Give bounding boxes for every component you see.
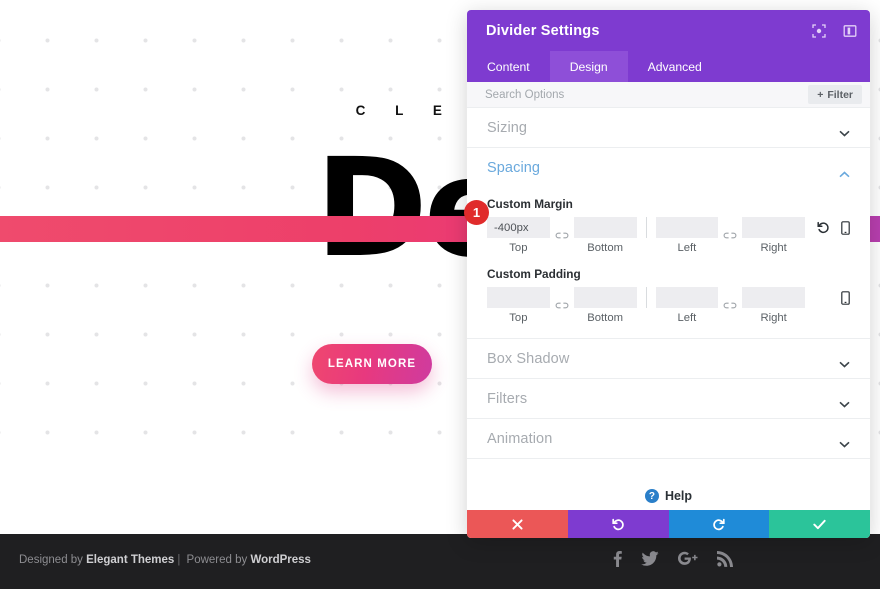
margin-group-divider [645,217,647,238]
padding-left-sublabel: Left [677,312,697,324]
margin-row-actions [817,217,850,238]
help-area: ? Help [467,459,870,510]
panel-title: Divider Settings [486,22,600,39]
screen: C L E A N & W H Desig LEARN MORE Designe… [0,0,880,589]
margin-left-sublabel: Left [677,242,697,254]
search-bar: + Filter [467,82,870,108]
padding-bottom-sublabel: Bottom [587,312,624,324]
divider-settings-panel: Divider Settings Content Design Advanced… [467,10,870,538]
footer-credit-middle: Powered by [183,554,251,566]
margin-bottom-field-wrap: Bottom [573,217,637,254]
link-margin-horizontal-icon[interactable] [718,225,742,246]
section-sizing-label: Sizing [487,119,528,136]
annotation-badge-1: 1 [464,200,489,225]
footer-social-list [613,550,733,567]
panel-header-icons [811,10,857,51]
section-animation[interactable]: Animation [467,419,870,459]
chevron-down-icon [839,355,850,368]
filter-button[interactable]: + Filter [808,85,862,104]
panel-action-bar [467,510,870,538]
link-margin-vertical-icon[interactable] [550,225,574,246]
margin-vertical-pair: Top Bottom [487,217,637,254]
twitter-icon[interactable] [641,551,659,566]
margin-right-field-wrap: Right [742,217,805,254]
padding-bottom-input[interactable] [573,287,637,308]
margin-bottom-sublabel: Bottom [587,242,624,254]
site-footer: Designed by Elegant Themes | Powered by W… [0,534,880,589]
tab-content[interactable]: Content [467,51,550,82]
chevron-down-icon [839,124,850,137]
margin-right-sublabel: Right [760,242,787,254]
custom-margin-row: Top Bottom [487,217,850,254]
section-sizing[interactable]: Sizing [467,108,870,148]
section-spacing-label: Spacing [487,160,541,176]
cancel-button[interactable] [467,510,568,538]
chevron-down-icon [839,435,850,448]
redo-button[interactable] [668,510,770,538]
padding-top-sublabel: Top [509,312,528,324]
spacing-section-body: Custom Margin Top [467,197,870,339]
padding-vertical-pair: Top Bottom [487,287,637,324]
link-padding-vertical-icon[interactable] [550,295,574,316]
section-spacing[interactable]: Spacing [467,148,870,188]
custom-padding-row: Top Bottom Left Right [487,287,850,324]
section-filters-label: Filters [487,390,528,407]
footer-credit: Designed by Elegant Themes | Powered by W… [19,554,311,566]
google-plus-icon[interactable] [678,551,698,566]
panel-header: Divider Settings [467,10,870,51]
chevron-up-icon [839,165,850,177]
padding-right-input[interactable] [742,287,805,308]
custom-padding-label: Custom Padding [487,267,581,281]
margin-left-input[interactable] [655,217,719,238]
footer-separator: | [177,554,181,566]
filter-button-label: Filter [827,88,853,101]
margin-responsive-icon[interactable] [841,220,850,235]
margin-left-field-wrap: Left [655,217,719,254]
padding-left-input[interactable] [655,287,719,308]
padding-right-sublabel: Right [760,312,787,324]
margin-top-field-wrap: Top [487,217,550,254]
padding-top-field-wrap: Top [487,287,550,324]
margin-reset-icon[interactable] [817,221,830,234]
footer-platform-link[interactable]: WordPress [250,554,311,566]
section-box-shadow-label: Box Shadow [487,350,570,367]
chevron-down-icon [839,395,850,408]
rss-icon[interactable] [717,550,733,567]
footer-brand-link[interactable]: Elegant Themes [86,554,174,566]
help-icon[interactable]: ? [644,489,659,503]
padding-bottom-field-wrap: Bottom [573,287,637,324]
section-filters[interactable]: Filters [467,379,870,419]
margin-bottom-input[interactable] [573,217,637,238]
margin-right-input[interactable] [742,217,805,238]
search-input[interactable] [467,82,809,107]
padding-responsive-icon[interactable] [841,290,850,305]
padding-group-divider [645,287,647,308]
link-padding-horizontal-icon[interactable] [718,295,742,316]
panel-tabs: Content Design Advanced [467,51,870,82]
padding-right-field-wrap: Right [742,287,805,324]
section-box-shadow[interactable]: Box Shadow [467,339,870,379]
footer-credit-prefix: Designed by [19,554,87,566]
facebook-icon[interactable] [613,550,622,567]
learn-more-button[interactable]: LEARN MORE [312,344,432,384]
margin-top-sublabel: Top [509,242,528,254]
padding-row-actions [817,287,850,308]
tab-design[interactable]: Design [549,51,628,82]
panel-layout-icon[interactable] [842,23,857,38]
focus-target-icon[interactable] [811,23,826,38]
undo-button[interactable] [567,510,669,538]
save-button[interactable] [769,510,870,538]
custom-margin-label: Custom Margin [487,197,573,211]
section-animation-label: Animation [487,430,553,447]
help-label[interactable]: Help [665,489,692,503]
plus-icon: + [817,88,824,101]
padding-left-field-wrap: Left [655,287,719,324]
padding-horizontal-pair: Left Right [655,287,805,324]
margin-top-input[interactable] [487,217,550,238]
margin-horizontal-pair: Left Right [655,217,805,254]
padding-top-input[interactable] [487,287,550,308]
panel-body: Sizing Spacing Custom Margin -400px Top … [467,108,870,510]
tab-advanced[interactable]: Advanced [628,51,722,82]
